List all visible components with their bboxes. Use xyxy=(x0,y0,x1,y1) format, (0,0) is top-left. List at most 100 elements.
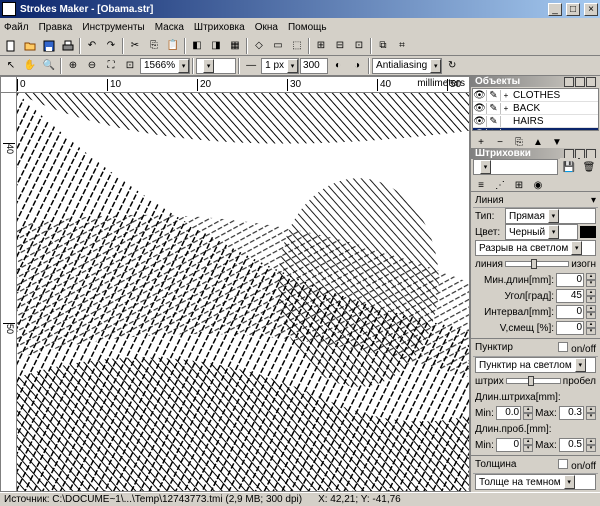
dash-mode-combo[interactable]: Пунктир на светлом▾ xyxy=(475,357,596,373)
tool-e-icon[interactable]: ▭ xyxy=(269,37,287,55)
redo-icon[interactable]: ↷ xyxy=(102,37,120,55)
layer-row[interactable]: 👁✎+BACK xyxy=(473,102,598,115)
tool-a-icon[interactable]: ◧ xyxy=(188,37,206,55)
panel-tool-icon[interactable] xyxy=(575,77,585,87)
status-bar: Источник: C:\DOCUME~1\...\Temp\12743773.… xyxy=(0,492,600,506)
stroke-icon[interactable]: — xyxy=(242,57,260,75)
chevron-down-icon[interactable]: ▾ xyxy=(178,59,189,73)
panel-tool-icon[interactable] xyxy=(564,149,574,159)
zoom-in-icon[interactable]: ⊕ xyxy=(64,57,82,75)
menu-tools[interactable]: Инструменты xyxy=(82,22,144,33)
tool-f-icon[interactable]: ⬚ xyxy=(288,37,306,55)
stroke-preset-combo[interactable]: ▾ xyxy=(473,159,558,175)
new-icon[interactable] xyxy=(2,37,20,55)
expand-icon[interactable]: + xyxy=(501,91,511,100)
tool-j-icon[interactable]: ⧉ xyxy=(374,37,392,55)
menu-hatching[interactable]: Штриховка xyxy=(194,22,245,33)
preset-del-icon[interactable]: 🗑 xyxy=(580,158,598,176)
layer-row[interactable]: 👁✎-FACE xyxy=(473,128,598,131)
save-icon[interactable] xyxy=(40,37,58,55)
menu-edit[interactable]: Правка xyxy=(39,22,73,33)
line-slider[interactable] xyxy=(505,261,569,267)
hand-icon[interactable]: ✋ xyxy=(21,57,39,75)
line-color-combo[interactable]: Черный▾ xyxy=(505,224,578,240)
paste-icon[interactable]: 📋 xyxy=(164,37,182,55)
layer-row[interactable]: 👁✎HAIRS xyxy=(473,115,598,128)
tool-c-icon[interactable]: ▦ xyxy=(226,37,244,55)
dash-slider[interactable] xyxy=(506,378,561,384)
eye-icon[interactable]: 👁 xyxy=(473,116,487,127)
eye-icon[interactable]: 👁 xyxy=(473,90,487,101)
line-type-combo[interactable]: Прямая▾ xyxy=(505,208,596,224)
dash-section-header[interactable]: Пунктир on/off xyxy=(473,341,598,357)
tool-b-icon[interactable]: ◨ xyxy=(207,37,225,55)
menu-file[interactable]: Файл xyxy=(4,22,29,33)
open-icon[interactable] xyxy=(21,37,39,55)
eye-icon[interactable]: 👁 xyxy=(473,103,487,114)
panel-close-icon[interactable] xyxy=(586,77,596,87)
minimize-button[interactable]: _ xyxy=(548,3,562,16)
zoom-combo[interactable]: 1566%▾ xyxy=(140,58,190,74)
expand-icon[interactable]: + xyxy=(501,104,511,113)
width-onoff-checkbox[interactable] xyxy=(558,459,568,469)
tool-d-icon[interactable]: ◇ xyxy=(250,37,268,55)
layer-name: BACK xyxy=(511,103,598,114)
cut-icon[interactable]: ✂ xyxy=(126,37,144,55)
canvas[interactable] xyxy=(17,93,469,491)
eye-icon[interactable]: 👁 xyxy=(473,129,487,132)
chevron-down-icon[interactable]: ▾ xyxy=(430,59,441,73)
tool-h-icon[interactable]: ⊟ xyxy=(331,37,349,55)
antialiasing-combo[interactable]: Antialiasing▾ xyxy=(372,58,442,74)
expand-icon[interactable]: - xyxy=(501,130,511,132)
color-swatch[interactable] xyxy=(580,226,596,238)
zoom-out-icon[interactable]: ⊖ xyxy=(83,57,101,75)
gap-min-input[interactable]: 0 xyxy=(496,438,521,452)
menu-windows[interactable]: Окна xyxy=(255,22,278,33)
chevron-down-icon[interactable]: ▾ xyxy=(287,59,298,73)
edit-icon[interactable]: ✎ xyxy=(487,116,501,127)
zoom-icon[interactable]: 🔍 xyxy=(40,57,58,75)
close-button[interactable]: × xyxy=(584,3,598,16)
preset-save-icon[interactable]: 💾 xyxy=(560,158,578,176)
copy-icon[interactable]: ⎘ xyxy=(145,37,163,55)
panel-tool-icon[interactable] xyxy=(575,149,585,159)
dash-onoff-checkbox[interactable] xyxy=(558,342,568,352)
gap-mode-combo[interactable]: Разрыв на светлом▾ xyxy=(475,240,596,256)
angle-input[interactable]: 45 xyxy=(556,289,584,303)
tool-g-icon[interactable]: ⊞ xyxy=(312,37,330,55)
field-a-input[interactable] xyxy=(300,58,328,74)
panel-tool-icon[interactable] xyxy=(564,77,574,87)
window-title: Strokes Maker - [Obama.str] xyxy=(20,4,544,15)
menu-help[interactable]: Помощь xyxy=(288,22,327,33)
interval-input[interactable]: 0 xyxy=(556,305,584,319)
edit-icon[interactable]: ✎ xyxy=(487,90,501,101)
layers-list[interactable]: 👁✎+CLOTHES👁✎+BACK👁✎HAIRS👁✎-FACE👁✎Плоскос… xyxy=(472,88,599,131)
tool-k-icon[interactable]: ⌗ xyxy=(393,37,411,55)
min-len-input[interactable]: 0 xyxy=(556,273,584,287)
zoom-1to1-icon[interactable]: ⊡ xyxy=(121,57,139,75)
voffset-input[interactable]: 0 xyxy=(556,321,584,335)
opt-a-icon[interactable]: ◐ xyxy=(329,57,347,75)
line-section-header[interactable]: Линия▾ xyxy=(473,194,598,208)
tool-i-icon[interactable]: ⊡ xyxy=(350,37,368,55)
style-combo[interactable]: ▾ xyxy=(196,58,236,74)
edit-icon[interactable]: ✎ xyxy=(487,103,501,114)
chevron-down-icon[interactable]: ▾ xyxy=(203,59,214,73)
maximize-button[interactable]: □ xyxy=(566,3,580,16)
opt-b-icon[interactable]: ◑ xyxy=(348,57,366,75)
width-section-header[interactable]: Толщина on/off xyxy=(473,458,598,474)
pointer-icon[interactable]: ↖ xyxy=(2,57,20,75)
panel-close-icon[interactable] xyxy=(586,149,596,159)
menu-mask[interactable]: Маска xyxy=(155,22,184,33)
gap-max-input[interactable]: 0.5 xyxy=(559,438,584,452)
layer-row[interactable]: 👁✎+CLOTHES xyxy=(473,89,598,102)
stroke-width-combo[interactable]: 1 px▾ xyxy=(261,58,299,74)
edit-icon[interactable]: ✎ xyxy=(487,129,501,132)
dash-max-input[interactable]: 0.3 xyxy=(559,406,584,420)
print-icon[interactable] xyxy=(59,37,77,55)
undo-icon[interactable]: ↶ xyxy=(83,37,101,55)
refresh-icon[interactable]: ↻ xyxy=(443,57,461,75)
zoom-fit-icon[interactable]: ⛶ xyxy=(102,57,120,75)
dash-min-input[interactable]: 0.0 xyxy=(496,406,521,420)
width-mode-combo[interactable]: Толще на темном▾ xyxy=(475,474,596,490)
